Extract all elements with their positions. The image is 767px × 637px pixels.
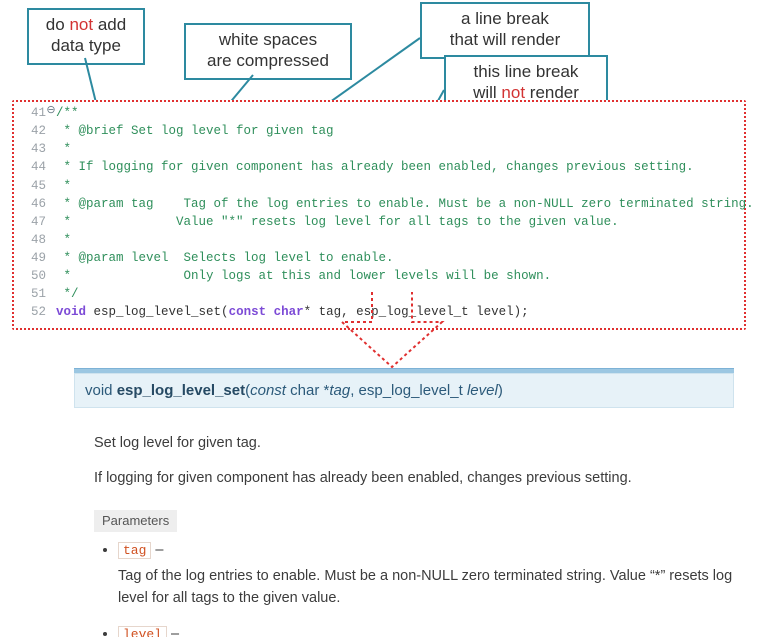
code-text: /** bbox=[56, 104, 736, 122]
fold-icon bbox=[46, 158, 56, 176]
fold-icon bbox=[46, 140, 56, 158]
function-signature: void esp_log_level_set(const char *tag, … bbox=[74, 373, 734, 408]
fold-icon bbox=[46, 195, 56, 213]
callout-text: that will render bbox=[450, 30, 561, 49]
parameters-list: tag – Tag of the log entries to enable. … bbox=[118, 540, 734, 637]
down-arrow-icon bbox=[337, 292, 447, 375]
line-number: 46 bbox=[18, 195, 46, 213]
callout-text: are compressed bbox=[207, 51, 329, 70]
detail-text: If logging for given component has alrea… bbox=[94, 468, 734, 489]
callout-whitespace: white spaces are compressed bbox=[184, 23, 352, 80]
code-text: * bbox=[56, 140, 736, 158]
fold-icon bbox=[46, 177, 56, 195]
line-number: 52 bbox=[18, 303, 46, 321]
param-desc: Tag of the log entries to enable. Must b… bbox=[118, 566, 734, 610]
callout-text: this line break bbox=[474, 62, 579, 81]
callout-no-datatype: do not add data type bbox=[27, 8, 145, 65]
callout-text: white spaces bbox=[219, 30, 317, 49]
parameters-label: Parameters bbox=[94, 510, 177, 533]
line-number: 50 bbox=[18, 267, 46, 285]
param-item: level – Selects log level to enable. Onl… bbox=[118, 624, 734, 637]
sig-close-paren: ) bbox=[498, 382, 503, 399]
code-text: * bbox=[56, 231, 736, 249]
sig-level-type: esp_log_level_t bbox=[359, 382, 467, 399]
doc-body: Set log level for given tag. If logging … bbox=[74, 408, 734, 637]
fold-icon bbox=[46, 122, 56, 140]
fold-icon bbox=[46, 267, 56, 285]
code-line: 44 * If logging for given component has … bbox=[18, 158, 736, 176]
line-number: 51 bbox=[18, 285, 46, 303]
code-text: * Value "*" resets log level for all tag… bbox=[56, 213, 736, 231]
code-text: * Only logs at this and lower levels wil… bbox=[56, 267, 736, 285]
param-name-level: level bbox=[118, 626, 167, 637]
sig-return-type: void bbox=[85, 382, 117, 399]
line-number: 49 bbox=[18, 249, 46, 267]
fold-icon bbox=[46, 231, 56, 249]
line-number: 45 bbox=[18, 177, 46, 195]
code-text: * @brief Set log level for given tag bbox=[56, 122, 736, 140]
callout-text: a line break bbox=[461, 9, 549, 28]
fold-icon bbox=[46, 213, 56, 231]
emphasis-not: not bbox=[69, 15, 93, 34]
param-name-tag: tag bbox=[118, 542, 151, 559]
code-line: 48 * bbox=[18, 231, 736, 249]
sig-arg-level: level bbox=[467, 382, 498, 399]
code-line: 46 * @param tag Tag of the log entries t… bbox=[18, 195, 736, 213]
param-dash: – bbox=[167, 626, 179, 637]
fold-icon bbox=[46, 249, 56, 267]
sig-const-kw: const bbox=[250, 382, 286, 399]
code-text: * If logging for given component has alr… bbox=[56, 158, 736, 176]
code-line: 50 * Only logs at this and lower levels … bbox=[18, 267, 736, 285]
code-line: 47 * Value "*" resets log level for all … bbox=[18, 213, 736, 231]
line-number: 44 bbox=[18, 158, 46, 176]
line-number: 47 bbox=[18, 213, 46, 231]
param-dash: – bbox=[151, 542, 163, 558]
line-number: 42 bbox=[18, 122, 46, 140]
line-number: 48 bbox=[18, 231, 46, 249]
callout-text: data type bbox=[51, 36, 121, 55]
line-number: 43 bbox=[18, 140, 46, 158]
fold-icon bbox=[46, 303, 56, 321]
sig-arg-tag: tag bbox=[329, 382, 350, 399]
code-line: 43 * bbox=[18, 140, 736, 158]
diagram-root: do not add data type white spaces are co… bbox=[0, 0, 767, 637]
sig-char-type: char * bbox=[290, 382, 329, 399]
line-number: 41 bbox=[18, 104, 46, 122]
callout-text: do bbox=[46, 15, 65, 34]
sig-comma: , bbox=[350, 382, 358, 399]
code-line: 49 * @param level Selects log level to e… bbox=[18, 249, 736, 267]
fold-icon: ⊖ bbox=[46, 104, 56, 122]
brief-text: Set log level for given tag. bbox=[94, 433, 734, 454]
code-text: * bbox=[56, 177, 736, 195]
code-line: 42 * @brief Set log level for given tag bbox=[18, 122, 736, 140]
callout-linebreak-renders: a line break that will render bbox=[420, 2, 590, 59]
param-item: tag – Tag of the log entries to enable. … bbox=[118, 540, 734, 609]
code-text: * @param level Selects log level to enab… bbox=[56, 249, 736, 267]
rendered-doc: void esp_log_level_set(const char *tag, … bbox=[74, 368, 734, 637]
code-text: * @param tag Tag of the log entries to e… bbox=[56, 195, 754, 213]
code-line: 45 * bbox=[18, 177, 736, 195]
fold-icon bbox=[46, 285, 56, 303]
sig-function-name: esp_log_level_set bbox=[117, 382, 245, 399]
callout-text: add bbox=[98, 15, 126, 34]
code-line: 41⊖/** bbox=[18, 104, 736, 122]
